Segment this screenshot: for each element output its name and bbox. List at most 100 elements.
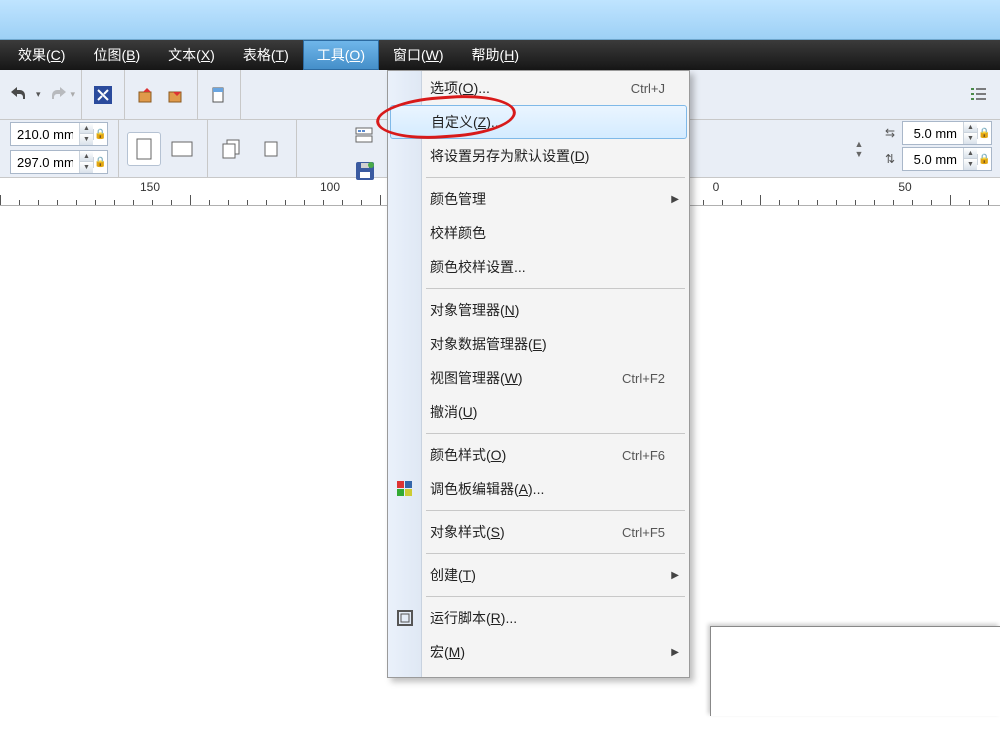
lock-icon[interactable]: 🔒 [977,128,991,139]
spin-down[interactable]: ▼ [80,162,93,173]
spin-up[interactable]: ▲ [964,122,977,133]
nudge-x-field[interactable]: ▲▼ 🔒 [902,121,992,145]
page-width-input[interactable] [11,123,79,145]
nudge-x-icon: ⇆ [880,126,900,140]
ruler-label: 0 [713,180,720,194]
menu-bar: 效果(C) 位图(B) 文本(X) 表格(T) 工具(O) 窗口(W) 帮助(H… [0,40,1000,70]
link-icon [94,86,112,104]
page-height-field[interactable]: ▲▼ 🔒 [10,150,108,174]
page-edge [710,626,1000,716]
menu-item-shortcut: Ctrl+F2 [622,371,665,386]
dropdown-caret[interactable]: ▾ [71,89,76,100]
spin-down[interactable]: ▼ [964,133,977,144]
menu-effects[interactable]: 效果(C) [4,40,79,70]
menu-item[interactable]: 对象样式(S)Ctrl+F5 [388,515,689,549]
undo-icon [11,87,31,103]
save-settings-gutter-icon [354,160,376,182]
tools-menu-dropdown: 选项(O)...Ctrl+J自定义(Z)...将设置另存为默认设置(D) 颜色管理… [387,70,690,678]
menu-tools[interactable]: 工具(O) [303,40,379,70]
spin-up[interactable]: ▲ [80,151,93,162]
menu-help[interactable]: 帮助(H) [458,40,533,70]
menu-item[interactable]: 调色板编辑器(A)... [388,472,689,506]
nudge-x-input[interactable] [903,122,963,144]
lock-icon[interactable]: 🔒 [93,157,107,168]
redo-button[interactable] [43,82,69,108]
spin-down[interactable]: ▼ [964,159,977,170]
spin-down[interactable]: ▼ [80,134,93,145]
portrait-icon [136,138,152,160]
page-icon [210,86,228,104]
menu-item[interactable]: 将设置另存为默认设置(D) [388,139,689,173]
menu-item-label: 颜色管理 [430,189,486,209]
options-toolbar-button[interactable] [966,82,992,108]
menu-item-label: 创建(T) [430,565,476,585]
spin-up[interactable]: ▲ [964,148,977,159]
lock-icon[interactable]: 🔒 [977,154,991,165]
menu-separator [426,510,685,511]
menu-label: 工具(O) [317,45,365,65]
run-script-icon [396,609,414,627]
landscape-button[interactable] [165,132,199,166]
undo-button[interactable] [8,82,34,108]
menu-item[interactable]: 创建(T) ▶ [388,558,689,592]
menu-separator [426,433,685,434]
submenu-arrow-icon: ▶ [671,194,679,205]
menu-label: 位图(B) [93,45,140,65]
submenu-arrow-icon: ▶ [671,570,679,581]
menu-window[interactable]: 窗口(W) [379,40,458,70]
page-width-field[interactable]: ▲▼ 🔒 [10,122,108,146]
export-button[interactable] [163,82,189,108]
menu-label: 文本(X) [168,45,215,65]
menu-item[interactable]: 校样颜色 [388,216,689,250]
link-button[interactable] [90,82,116,108]
import-button[interactable] [133,82,159,108]
menu-item[interactable]: 颜色样式(O)Ctrl+F6 [388,438,689,472]
menu-item-label: 视图管理器(W) [430,368,523,388]
ruler-label: 50 [898,180,911,194]
menu-item[interactable]: 运行脚本(R)... [388,601,689,635]
menu-item-shortcut: Ctrl+F5 [622,525,665,540]
page-layout-button[interactable] [206,82,232,108]
menu-item-label: 颜色校样设置... [430,257,526,277]
menu-item[interactable]: 撤消(U) [388,395,689,429]
menu-bitmap[interactable]: 位图(B) [79,40,154,70]
menu-item-label: 宏(M) [430,642,465,662]
spin-down-alt[interactable]: ▼ [852,149,866,159]
all-pages-button[interactable] [216,132,250,166]
menu-item[interactable]: 颜色校样设置... [388,250,689,284]
menu-item[interactable]: 自定义(Z)... [390,105,687,139]
checklist-icon [969,87,989,103]
menu-label: 窗口(W) [393,45,444,65]
export-icon [167,86,185,104]
lock-icon[interactable]: 🔒 [93,129,107,140]
landscape-icon [171,141,193,157]
menu-separator [426,177,685,178]
menu-table[interactable]: 表格(T) [229,40,303,70]
nudge-y-field[interactable]: ▲▼ 🔒 [902,147,992,171]
menu-label: 表格(T) [243,45,289,65]
menu-item[interactable]: 对象管理器(N) [388,293,689,327]
menu-separator [426,288,685,289]
customize-gutter-icon [354,124,376,146]
import-icon [137,86,155,104]
pages-stack-icon [221,138,245,160]
menu-item[interactable]: 宏(M)▶ [388,635,689,669]
menu-item[interactable]: 选项(O)...Ctrl+J [388,71,689,105]
ruler-label: 150 [140,180,160,194]
menu-item-label: 对象数据管理器(E) [430,334,547,354]
menu-item[interactable]: 颜色管理 ▶ [388,182,689,216]
nudge-y-input[interactable] [903,148,963,170]
menu-item[interactable]: 对象数据管理器(E) [388,327,689,361]
page-single-icon [259,138,283,160]
menu-item-label: 调色板编辑器(A)... [430,479,544,499]
menu-item-shortcut: Ctrl+F6 [622,448,665,463]
title-bar [0,0,1000,40]
dropdown-caret[interactable]: ▾ [36,89,41,100]
portrait-button[interactable] [127,132,161,166]
menu-text[interactable]: 文本(X) [154,40,229,70]
current-page-button[interactable] [254,132,288,166]
page-height-input[interactable] [11,151,79,173]
menu-item[interactable]: 视图管理器(W) Ctrl+F2 [388,361,689,395]
spin-up-alt[interactable]: ▲ [852,139,866,149]
spin-up[interactable]: ▲ [80,123,93,134]
